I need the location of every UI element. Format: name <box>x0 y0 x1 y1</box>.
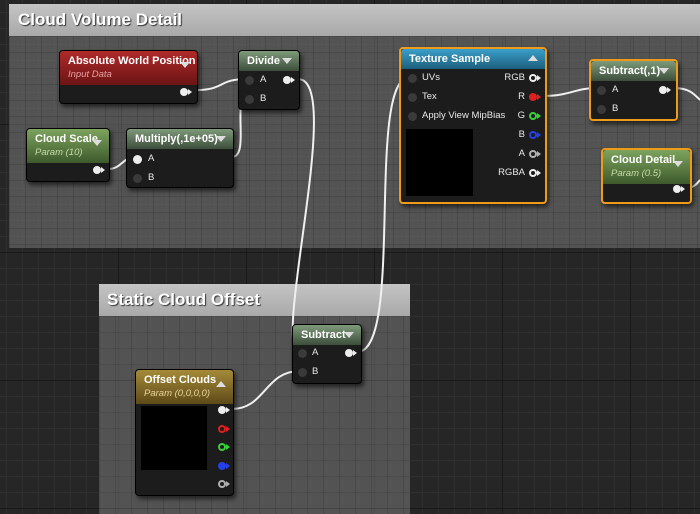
pin-label-g: G <box>517 110 525 121</box>
input-pin-uvs[interactable] <box>408 74 417 83</box>
node-title: Subtract(,1) <box>599 65 661 77</box>
pin-label-b: B <box>148 172 155 183</box>
node-title: Subtract <box>301 329 346 341</box>
node-header: Subtract(,1) <box>591 61 676 81</box>
pin-label-mipbias: Apply View MipBias <box>422 110 506 121</box>
node-title: Offset Clouds <box>144 374 217 386</box>
node-header: Multiply(,1e+05) <box>127 129 233 149</box>
input-pin-mipbias[interactable] <box>408 112 417 121</box>
node-absolute-world-position[interactable]: Absolute World Position Input Data <box>59 50 198 104</box>
pin-label-b: B <box>518 129 525 140</box>
pin-label-a: A <box>612 84 619 95</box>
pin-label-b: B <box>312 366 319 377</box>
collapse-icon[interactable] <box>216 381 226 387</box>
input-pin-b[interactable] <box>133 174 142 183</box>
node-subtitle: Param (0.5) <box>611 168 662 179</box>
collapse-icon[interactable] <box>216 136 226 142</box>
texture-preview <box>406 129 473 196</box>
node-header: Cloud Detail Param (0.5) <box>603 150 690 184</box>
input-pin-b[interactable] <box>245 95 254 104</box>
node-title: Divide <box>247 55 281 67</box>
input-pin-b[interactable] <box>597 105 606 114</box>
comment-title: Cloud Volume Detail <box>9 4 700 36</box>
node-header: Subtract <box>293 325 361 345</box>
node-title: Cloud Detail <box>611 154 676 166</box>
collapse-icon[interactable] <box>344 332 354 338</box>
collapse-icon[interactable] <box>659 68 669 74</box>
node-offset-clouds[interactable]: Offset Clouds Param (0,0,0,0) <box>135 369 234 496</box>
collapse-icon[interactable] <box>180 62 190 68</box>
pin-label-rgb: RGB <box>504 72 525 83</box>
node-header: Divide <box>239 51 299 71</box>
pin-label-b: B <box>260 93 267 104</box>
node-title: Cloud Scale <box>35 133 98 145</box>
comment-cloud-volume-detail[interactable]: Cloud Volume Detail <box>9 4 700 248</box>
input-pin-a[interactable] <box>298 349 307 358</box>
node-cloud-detail[interactable]: Cloud Detail Param (0.5) <box>601 148 692 204</box>
node-subtitle: Param (0,0,0,0) <box>144 388 210 399</box>
collapse-icon[interactable] <box>92 140 102 146</box>
input-pin-b[interactable] <box>298 368 307 377</box>
collapse-icon[interactable] <box>673 161 683 167</box>
comment-title: Static Cloud Offset <box>99 284 410 316</box>
input-pin-a[interactable] <box>245 76 254 85</box>
node-header: Offset Clouds Param (0,0,0,0) <box>136 370 233 404</box>
color-preview <box>141 406 207 470</box>
node-multiply[interactable]: Multiply(,1e+05) A B <box>126 128 234 188</box>
pin-label-a: A <box>312 347 319 358</box>
collapse-icon[interactable] <box>528 55 538 61</box>
input-pin-tex[interactable] <box>408 93 417 102</box>
node-subtitle: Input Data <box>68 69 112 80</box>
pin-label-a: A <box>518 148 525 159</box>
node-header: Absolute World Position Input Data <box>60 51 197 85</box>
pin-label-a: A <box>260 74 267 85</box>
pin-label-uvs: UVs <box>422 72 440 83</box>
node-header: Cloud Scale Param (10) <box>27 129 109 163</box>
pin-label-rgba: RGBA <box>498 167 525 178</box>
node-subtract-1[interactable]: Subtract(,1) A B <box>589 59 678 121</box>
pin-label-tex: Tex <box>422 91 437 102</box>
node-cloud-scale[interactable]: Cloud Scale Param (10) <box>26 128 110 182</box>
node-divide[interactable]: Divide A B <box>238 50 300 110</box>
pin-label-a: A <box>148 153 155 164</box>
input-pin-a[interactable] <box>133 155 142 164</box>
input-pin-a[interactable] <box>597 86 606 95</box>
node-texture-sample[interactable]: Texture Sample UVs Tex Apply View MipBia… <box>399 47 547 204</box>
node-title: Texture Sample <box>409 53 491 65</box>
pin-label-b: B <box>612 103 619 114</box>
node-title: Absolute World Position <box>68 55 196 67</box>
node-subtitle: Param (10) <box>35 147 83 158</box>
node-title: Multiply(,1e+05) <box>135 133 218 145</box>
collapse-icon[interactable] <box>282 58 292 64</box>
node-subtract[interactable]: Subtract A B <box>292 324 362 384</box>
pin-label-r: R <box>518 91 525 102</box>
node-header: Texture Sample <box>401 49 545 69</box>
